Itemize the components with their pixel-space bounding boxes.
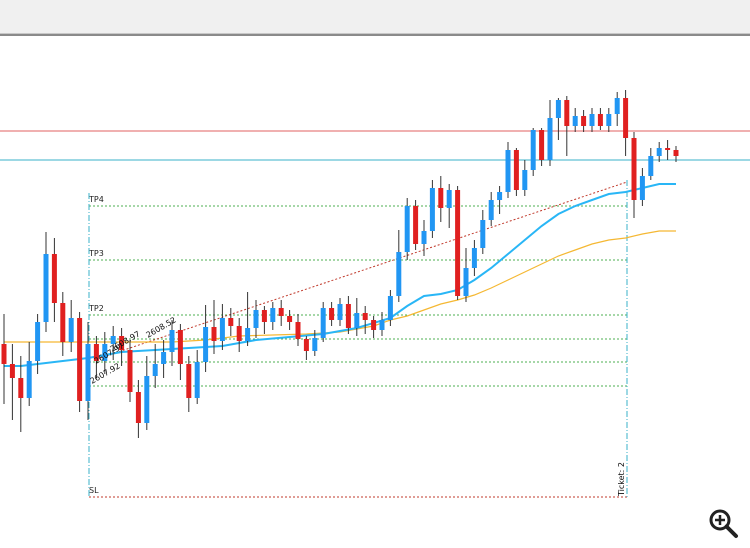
candle-bearish <box>9 364 15 378</box>
candle-bearish <box>631 138 637 200</box>
candle-bearish <box>539 130 545 160</box>
candle-bullish <box>421 231 427 244</box>
candle-bullish <box>614 98 620 114</box>
candle-bearish <box>18 378 24 398</box>
candle-bearish <box>287 316 293 322</box>
candle-bearish <box>278 308 284 316</box>
candle-bullish <box>68 318 74 342</box>
candle-bearish <box>60 303 66 342</box>
candle-bullish <box>497 192 503 200</box>
candle-bearish <box>665 148 671 150</box>
candle-bearish <box>135 392 141 423</box>
tp-label: TP3 <box>88 249 104 258</box>
candle-bullish <box>161 352 167 364</box>
candle-bullish <box>144 376 150 423</box>
candle-bearish <box>581 116 587 126</box>
tp-label: TP4 <box>88 195 104 204</box>
candle-bullish <box>152 364 158 376</box>
zoom-icon[interactable] <box>706 506 740 540</box>
candle-bullish <box>480 220 486 248</box>
candle-bearish <box>303 339 309 351</box>
candle-bearish <box>413 206 419 244</box>
candle-bearish <box>597 114 603 126</box>
candle-bullish <box>253 310 259 328</box>
candle-bullish <box>379 320 385 330</box>
candle-bearish <box>51 254 57 303</box>
candle-bullish <box>219 318 225 341</box>
candle-bearish <box>1 344 7 364</box>
candle-bearish <box>371 320 377 330</box>
candle-bullish <box>429 188 435 231</box>
candle-bullish <box>606 114 612 126</box>
candle-bearish <box>513 150 519 190</box>
candle-bullish <box>35 322 41 361</box>
candle-bearish <box>564 100 570 126</box>
candle-bullish <box>270 308 276 322</box>
candle-bearish <box>127 350 133 392</box>
candle-bearish <box>211 327 217 341</box>
candle-bearish <box>362 313 368 320</box>
candle-bearish <box>295 322 301 339</box>
candle-bearish <box>438 188 444 208</box>
candle-bullish <box>648 156 654 176</box>
candle-bullish <box>530 130 536 170</box>
price-chart: TP4TP3TP2SL2608.522608.972607.972607.92T… <box>0 90 750 498</box>
candle-bearish <box>623 98 629 138</box>
candle-bullish <box>639 176 645 200</box>
candle-bullish <box>320 308 326 338</box>
candle-bearish <box>455 190 461 296</box>
candle-bullish <box>169 330 175 352</box>
candle-bullish <box>471 248 477 268</box>
candle-bearish <box>236 326 242 341</box>
candle-bearish <box>177 330 183 364</box>
candle-bullish <box>26 361 32 398</box>
candle-bullish <box>555 100 561 118</box>
candle-bullish <box>387 296 393 320</box>
candle-bullish <box>354 313 360 328</box>
candle-bullish <box>505 150 511 192</box>
candle-bearish <box>77 318 83 401</box>
candle-bearish <box>261 310 267 322</box>
candle-bullish <box>312 338 318 351</box>
candle-bullish <box>522 170 528 190</box>
candle-bullish <box>572 116 578 126</box>
candle-bullish <box>203 327 209 362</box>
candle-bullish <box>85 344 91 401</box>
candle-bullish <box>43 254 49 322</box>
candle-bullish <box>396 252 402 296</box>
candle-bullish <box>656 148 662 156</box>
candle-bearish <box>186 364 192 398</box>
candle-bullish <box>446 190 452 208</box>
candle-bullish <box>589 114 595 126</box>
sl-label: SL <box>89 486 99 495</box>
candle-bullish <box>463 268 469 296</box>
candle-bearish <box>329 308 335 320</box>
candle-bearish <box>228 318 234 326</box>
candle-bearish <box>673 150 679 156</box>
candle-bullish <box>547 118 553 160</box>
candle-bearish <box>345 304 351 328</box>
candle-bullish <box>404 206 410 252</box>
candle-bullish <box>194 362 200 398</box>
candle-bullish <box>337 304 343 320</box>
tp-label: TP2 <box>88 304 104 313</box>
ticket-label: Ticket: 2 <box>617 462 626 497</box>
candle-bullish <box>488 200 494 220</box>
candle-bullish <box>245 328 251 341</box>
